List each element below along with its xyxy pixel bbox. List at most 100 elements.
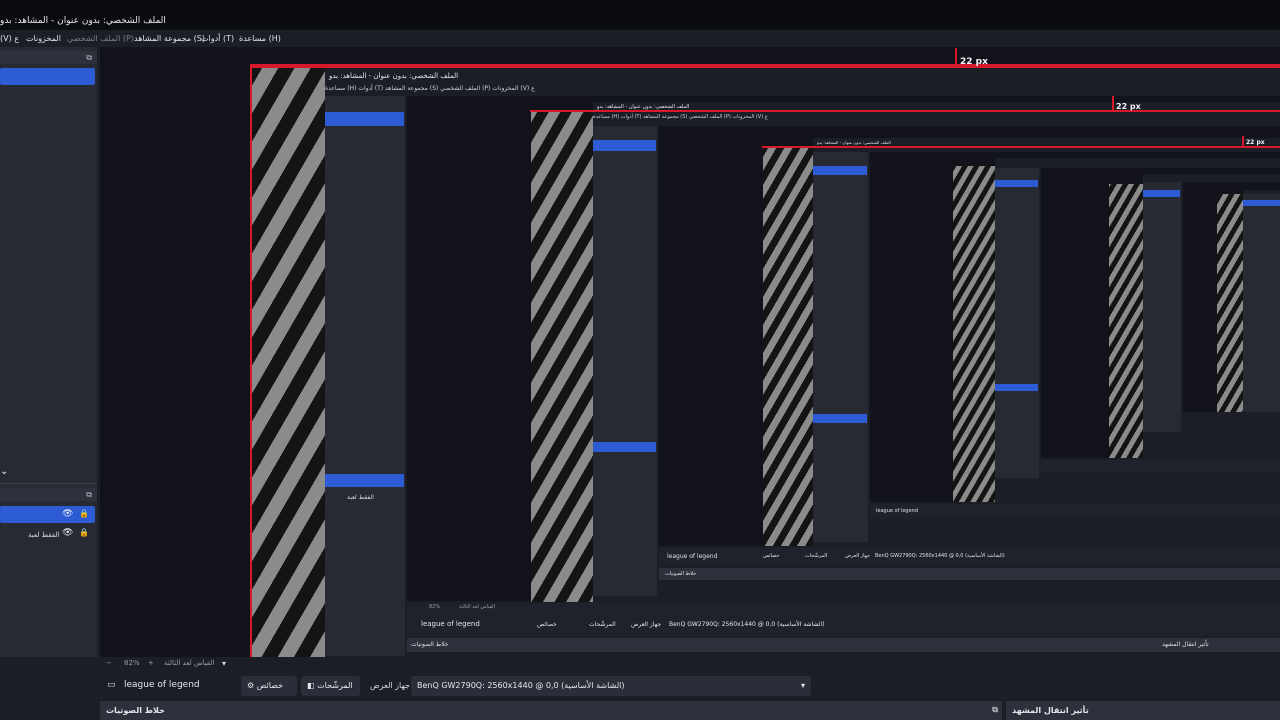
source-toolbar: ▭ league of legend ⚙ خصائص ◧ المرشّحات ج…	[100, 672, 1280, 700]
dock-float-icon[interactable]: ⧉	[86, 53, 92, 63]
device-value: BenQ GW2790Q: 2560x1440 @ 0,0 (الشاشة ال…	[417, 681, 625, 690]
guide-tick-3	[1242, 136, 1244, 146]
nested-selected-source-4	[995, 384, 1038, 391]
nested-props-2: خصائص	[763, 553, 780, 559]
nested-toolbar-4	[1041, 460, 1280, 472]
guide-measure-label-2: 22 px	[1116, 102, 1141, 111]
source-label: الفقط لعبة	[28, 531, 60, 539]
menu-view[interactable]: (V) ع	[0, 34, 19, 43]
nested-obs-window-6	[1243, 190, 1280, 412]
dock-float-icon[interactable]: ⧉	[86, 490, 92, 500]
bottom-docks: خلاط الصوتيات ⧉ تأثير انتقال المشهد	[100, 701, 1280, 720]
nested-device-label-1: جهاز العرض	[631, 621, 662, 628]
zoom-level: 82%	[124, 659, 140, 667]
nested-title-3: الملف الشخصي: بدون عنوان - المشاهد: بدو	[817, 140, 891, 145]
nested-selected-source-3	[813, 414, 867, 423]
scene-item-selected[interactable]	[0, 68, 95, 85]
chevron-down-icon[interactable]: ⌄	[0, 466, 8, 477]
filter-icon: ◧	[307, 681, 315, 690]
nested-audio-2: خلاط الصوتيات	[665, 571, 697, 577]
dock-divider	[0, 483, 97, 484]
menu-help[interactable]: مساعدة (H)	[239, 34, 281, 43]
nested-obs-window-2: الملف الشخصي: بدون عنوان - المشاهد: بدو …	[593, 102, 1280, 602]
monitor-icon: ▭	[107, 680, 116, 690]
display-device-select[interactable]: BenQ GW2790Q: 2560x1440 @ 0,0 (الشاشة ال…	[411, 676, 811, 696]
chevron-down-icon: ▾	[800, 681, 805, 690]
guide-line-top-1	[250, 66, 1280, 68]
nested-selected-scene	[325, 112, 404, 126]
nested-device-value-2: BenQ GW2790Q: 2560x1440 @ 0,0 (الشاشة ال…	[875, 553, 1005, 559]
lock-icon[interactable]: 🔒	[79, 528, 89, 537]
nested-title: الملف الشخصي: بدون عنوان - المشاهد: بدو	[329, 72, 459, 80]
guide-tick-2	[1112, 96, 1114, 110]
nested-obs-window-5	[1143, 174, 1280, 458]
nested-status-1: 82% القياس لعد الثالثة	[407, 603, 1280, 613]
nested-zoom-label-1: القياس لعد الثالثة	[459, 604, 495, 610]
nested-audio-dock-1: خلاط الصوتيات تأثير انتقال المشهد	[407, 638, 1280, 652]
scenes-dock-header: ⧉	[0, 51, 97, 64]
window-title: الملف الشخصي: بدون عنوان - المشاهد: بدو	[0, 16, 166, 26]
nested-menu-2: مساعدة (H) أدوات (T) مجموعة المشاهد (S) …	[593, 114, 768, 120]
nested-left-panel-4	[995, 168, 1039, 478]
nested-toolbar-name-2: league of legend	[667, 553, 718, 560]
nested-toolbar-3: league of legend	[870, 504, 1280, 518]
zoom-out-button[interactable]: −	[106, 659, 112, 667]
nested-device-label-2: جهاز العرض	[845, 553, 871, 559]
menu-bar: مساعدة (H) أدوات (T) مجموعة المشاهد (S) …	[0, 30, 1280, 47]
scene-transition-title: تأثير انتقال المشهد	[1012, 706, 1089, 715]
audio-mixer-title: خلاط الصوتيات	[106, 706, 165, 715]
menu-scene-collection[interactable]: مجموعة المشاهد (S)	[134, 34, 205, 43]
menu-stores[interactable]: المخزونات	[26, 34, 61, 43]
filters-button[interactable]: ◧ المرشّحات	[301, 676, 360, 696]
nested-props-1: خصائص	[537, 621, 557, 628]
properties-button[interactable]: ⚙ خصائص	[241, 676, 297, 696]
nested-menu: مساعدة (H) أدوات (T) مجموعة المشاهد (S) …	[325, 85, 535, 92]
nested-audio-dock-2: خلاط الصوتيات	[659, 568, 1280, 580]
nested-selected-source	[325, 474, 404, 487]
nested-selected-scene-2	[593, 140, 656, 151]
nested-device-value-1: BenQ GW2790Q: 2560x1440 @ 0,0 (الشاشة ال…	[669, 621, 825, 628]
nested-obs-window: الملف الشخصي: بدون عنوان - المشاهد: بدو …	[325, 68, 1280, 657]
guide-line-top-2	[530, 110, 1280, 112]
preview-status-row: − 82% + القياس لعد الثالثة ▾	[100, 657, 1280, 671]
nested-obs-window-4	[995, 158, 1280, 502]
nested-audio-1: خلاط الصوتيات	[411, 641, 449, 648]
filters-label: المرشّحات	[317, 681, 353, 690]
device-label: جهاز العرض	[370, 681, 411, 690]
nested-toolbar-name-1: league of legend	[421, 620, 480, 628]
lock-icon[interactable]: 🔒	[79, 509, 89, 518]
guide-tick-1	[955, 48, 957, 66]
display-capture-preview[interactable]: الملف الشخصي: بدون عنوان - المشاهد: بدو …	[250, 64, 1280, 657]
nested-selected-scene-4	[995, 180, 1038, 187]
nested-selected-scene-3	[813, 166, 867, 175]
guide-measure-label-3: 22 px	[1246, 139, 1265, 146]
audio-mixer-dock: خلاط الصوتيات ⧉	[100, 701, 1002, 720]
zoom-label: القياس لعد الثالثة	[164, 659, 215, 667]
dock-float-icon[interactable]: ⧉	[992, 705, 998, 715]
window-titlebar: الملف الشخصي: بدون عنوان - المشاهد: بدو	[0, 0, 1280, 30]
nested-left-panel-3	[813, 152, 868, 542]
zoom-in-button[interactable]: +	[148, 659, 154, 667]
nested-zoom-1: 82%	[429, 604, 441, 610]
eye-icon[interactable]: 👁	[62, 528, 73, 538]
nested-left-panel	[325, 96, 405, 656]
scene-transition-dock: تأثير انتقال المشهد	[1006, 701, 1280, 720]
menu-tools[interactable]: أدوات (T)	[201, 34, 234, 43]
nested-toolbar-2: league of legend خصائص المرشّحات جهاز ال…	[659, 548, 1280, 566]
nested-toolbar-name-3: league of legend	[876, 508, 919, 514]
source-name: league of legend	[124, 680, 200, 690]
chevron-down-icon[interactable]: ▾	[222, 659, 226, 668]
menu-profile[interactable]: الملف الشخصي (P)	[67, 34, 134, 43]
nested-selected-source-2	[593, 442, 656, 452]
nested-obs-window-3: الملف الشخصي: بدون عنوان - المشاهد: بدو	[813, 138, 1280, 546]
nested-selected-scene-5	[1143, 190, 1180, 197]
sources-dock-header: ⧉	[0, 488, 97, 501]
nested-left-panel-2	[593, 126, 657, 596]
gear-icon: ⚙	[247, 681, 255, 690]
nested-source-label: الفقط لعبة	[347, 494, 374, 501]
nested-filters-1: المرشّحات	[589, 621, 616, 628]
eye-icon[interactable]: 👁	[62, 509, 73, 519]
guide-measure-label-1: 22 px	[960, 57, 988, 67]
nested-selected-scene-6	[1243, 200, 1280, 206]
nested-toolbar-1: league of legend خصائص المرشّحات جهاز ال…	[407, 614, 1280, 636]
